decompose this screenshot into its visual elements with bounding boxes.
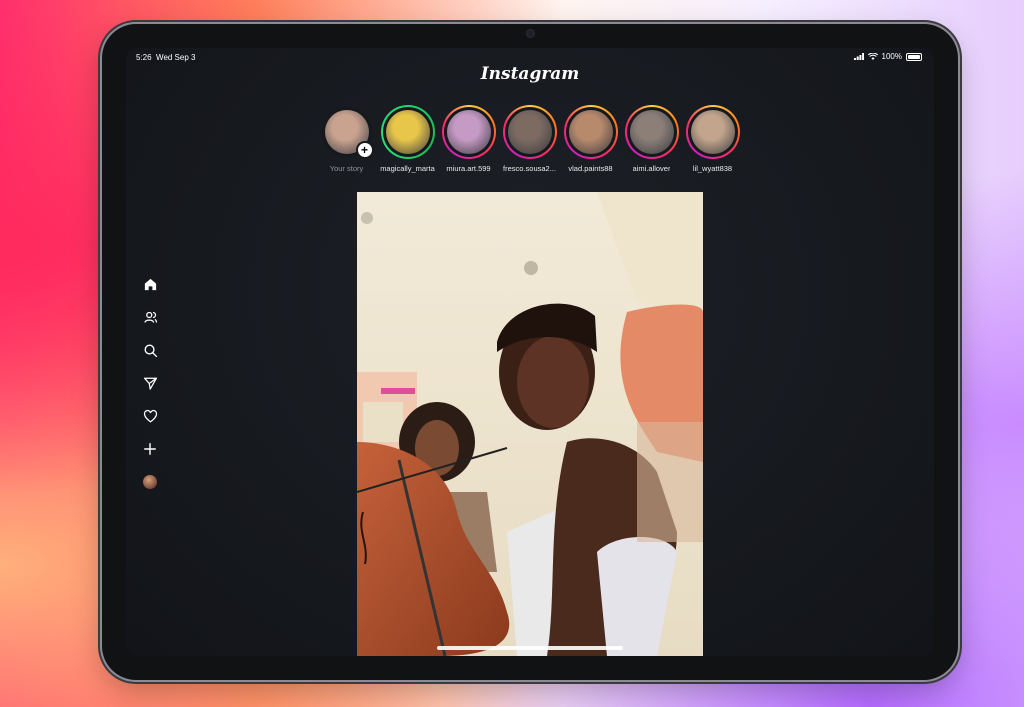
status-time-text: 5:26 [136,53,152,62]
story-ring: + [320,105,374,159]
story-item[interactable]: magically_marta [377,105,438,173]
stories-tray: + Your story magically_marta miura.art.599 f… [316,105,743,173]
story-item[interactable]: miura.art.599 [438,105,499,173]
story-avatar [568,110,613,154]
nav-create[interactable] [140,439,160,459]
story-username: aimi.allover [632,164,671,173]
nav-profile[interactable] [140,472,160,492]
nav-people[interactable] [140,307,160,327]
story-ring [563,105,618,159]
story-ring [624,105,679,159]
story-username: fresco.sousa2... [503,164,556,173]
app-screen: 5:26 Wed Sep 3 100% Instagram + Your sto… [126,48,934,656]
status-time: 5:26 Wed Sep 3 [136,53,195,62]
wifi-icon [867,53,878,60]
story-item[interactable]: aimi.allover [621,105,682,173]
story-item[interactable]: lil_wyatt838 [682,105,743,173]
story-username: miura.art.599 [446,164,491,173]
front-camera [527,30,534,37]
side-navigation [140,274,160,505]
nav-activity[interactable] [140,406,160,426]
story-item[interactable]: fresco.sousa2... [499,105,560,173]
story-username: lil_wyatt838 [692,164,733,173]
battery-percent: 100% [881,52,902,61]
story-ring [441,105,496,159]
story-ring-inner [443,107,494,157]
nav-messages[interactable] [140,373,160,393]
nav-search[interactable] [140,340,160,360]
story-avatar [507,110,552,154]
add-story-plus-icon[interactable]: + [357,143,372,157]
profile-avatar [143,475,157,489]
story-ring-inner [626,107,677,157]
people-icon [143,311,157,323]
story-ring-inner [382,107,433,157]
story-item[interactable]: vlad.paints88 [560,105,621,173]
story-username: magically_marta [380,164,435,173]
post-image [357,192,703,656]
story-avatar [629,110,674,154]
battery-icon [906,52,922,61]
home-icon [144,278,156,290]
story-avatar [446,110,491,154]
story-ring-inner [565,107,616,157]
status-date-text: Wed Sep 3 [156,53,196,62]
home-indicator[interactable] [437,646,623,650]
story-avatar [385,110,430,154]
story-username: Your story [329,164,364,173]
story-avatar [690,110,735,154]
story-ring [502,105,557,159]
app-logo[interactable]: Instagram [126,64,934,84]
ipad-frame: 5:26 Wed Sep 3 100% Instagram + Your sto… [102,24,958,680]
story-ring [685,105,740,159]
story-item[interactable]: + Your story [316,105,377,173]
story-ring-inner [687,107,738,157]
story-ring [380,105,435,159]
story-username: vlad.paints88 [568,164,613,173]
plus-icon [144,443,156,455]
reel-post[interactable] [357,192,703,656]
story-ring-inner [504,107,555,157]
nav-home[interactable] [140,274,160,294]
heart-icon [143,409,157,423]
cellular-icon [853,53,864,60]
send-icon [143,377,157,390]
status-indicators: 100% [853,52,922,61]
search-icon [144,344,157,357]
